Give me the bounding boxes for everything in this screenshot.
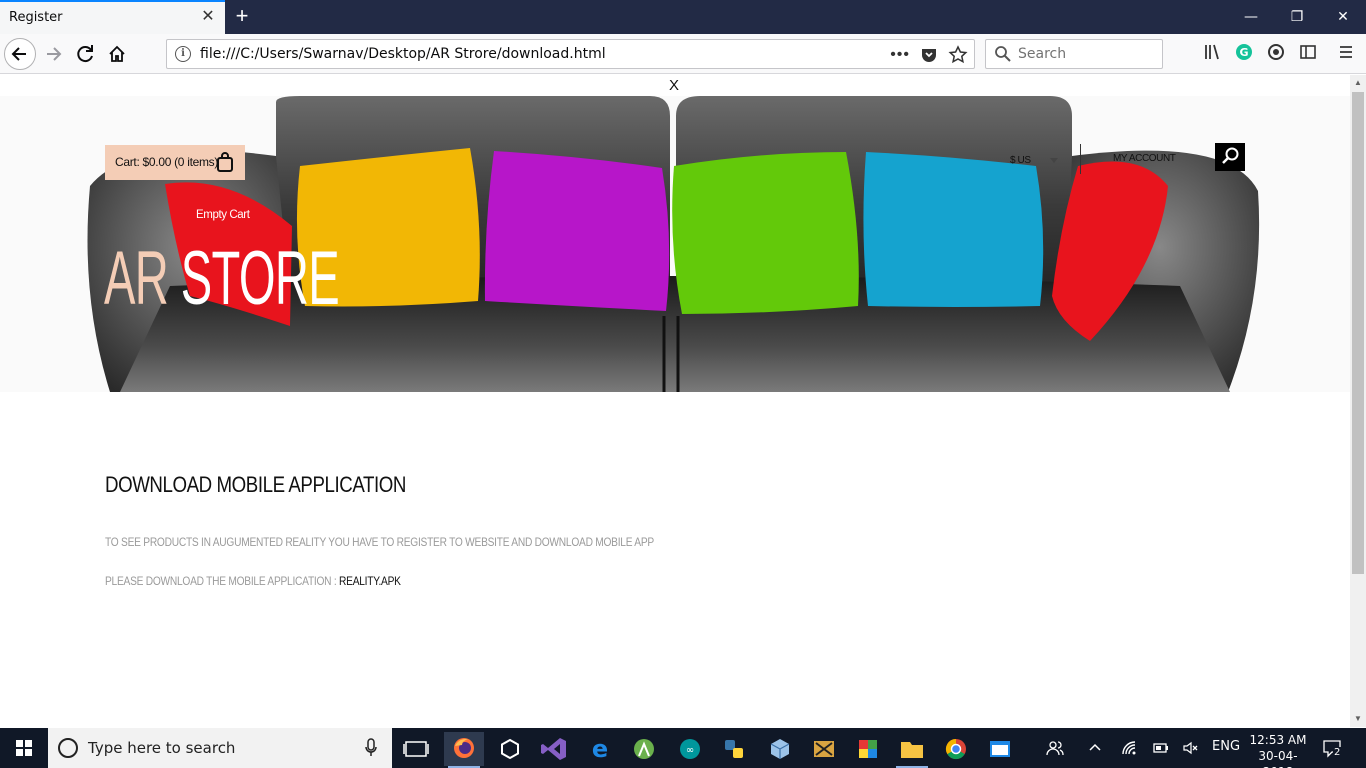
- taskbar-search-box[interactable]: Type here to search: [48, 728, 392, 768]
- python-taskbar-icon[interactable]: [714, 732, 754, 766]
- nav-bar: i file:///C:/Users/Swarnav/Desktop/AR St…: [0, 34, 1366, 74]
- cortana-icon: [58, 738, 78, 758]
- microphone-icon[interactable]: [364, 738, 378, 758]
- chevron-up-icon[interactable]: [1088, 739, 1102, 761]
- forward-arrow-icon: [47, 47, 62, 61]
- apk-download-link[interactable]: REALITY.APK: [339, 574, 401, 588]
- chevron-down-icon[interactable]: [1050, 158, 1058, 163]
- arduino-taskbar-icon[interactable]: ∞: [670, 732, 710, 766]
- cart-button[interactable]: Cart: $0.00 (0 items): [105, 145, 245, 180]
- back-arrow-icon: [11, 47, 26, 61]
- info-text: TO SEE PRODUCTS IN AUGUMENTED REALITY YO…: [105, 535, 654, 549]
- logo-part-store: STORE: [180, 236, 340, 321]
- task-view-icon[interactable]: [396, 732, 436, 766]
- url-actions: •••: [890, 43, 968, 67]
- people-icon[interactable]: [1046, 739, 1064, 761]
- url-bar[interactable]: i file:///C:/Users/Swarnav/Desktop/AR St…: [166, 39, 975, 69]
- volume-muted-icon[interactable]: [1182, 739, 1200, 761]
- library-icon[interactable]: [1200, 42, 1224, 66]
- sidebar-icon[interactable]: [1296, 42, 1320, 66]
- clock-date: 30-04-2018: [1258, 749, 1298, 768]
- unity-taskbar-icon[interactable]: [490, 732, 530, 766]
- download-text: PLEASE DOWNLOAD THE MOBILE APPLICATION :…: [105, 574, 401, 588]
- search-bar[interactable]: Search: [985, 39, 1163, 69]
- header-divider: [1080, 144, 1081, 174]
- url-text[interactable]: file:///C:/Users/Swarnav/Desktop/AR Stro…: [200, 46, 606, 62]
- site-search-button[interactable]: [1215, 143, 1245, 171]
- new-tab-button[interactable]: +: [231, 4, 253, 30]
- browser-tab[interactable]: Register ✕: [0, 0, 225, 34]
- svg-text:∞: ∞: [686, 745, 694, 756]
- start-button[interactable]: [0, 728, 48, 768]
- cart-label: Cart: $0.00 (0 items): [115, 155, 219, 169]
- notification-count: 2: [1333, 747, 1342, 758]
- tools-taskbar-icon[interactable]: [804, 732, 844, 766]
- reload-button[interactable]: [70, 38, 102, 70]
- file-explorer-taskbar-icon[interactable]: [892, 732, 932, 768]
- hero-banner: Cart: $0.00 (0 items) Empty Cart AR STOR…: [0, 96, 1350, 392]
- grammarly-icon[interactable]: G: [1232, 42, 1256, 66]
- my-account-link[interactable]: MY ACCOUNT: [1113, 153, 1176, 164]
- menu-icon[interactable]: [1334, 42, 1358, 66]
- taskbar: Type here to search e ∞ ENG 12:53 AM 30-…: [0, 728, 1366, 768]
- home-button[interactable]: [101, 38, 133, 70]
- back-button[interactable]: [4, 38, 36, 70]
- firefox-taskbar-icon[interactable]: [444, 732, 484, 768]
- store-logo[interactable]: AR STORE: [104, 241, 340, 317]
- edge-taskbar-icon[interactable]: e: [580, 732, 620, 766]
- language-indicator[interactable]: ENG: [1212, 739, 1240, 754]
- notification-icon[interactable]: 2: [1322, 738, 1342, 758]
- clock-time: 12:53 AM: [1249, 733, 1307, 747]
- currency-select[interactable]: $ US: [1010, 155, 1031, 166]
- battery-icon[interactable]: [1152, 739, 1170, 761]
- home-icon: [109, 45, 125, 62]
- windows-logo-icon: [16, 740, 32, 756]
- forward-button[interactable]: [37, 38, 69, 70]
- page-viewport: X Cart: $0.00 (0 items) Empty Cart AR ST…: [0, 75, 1350, 727]
- visual-studio-taskbar-icon[interactable]: [534, 732, 574, 766]
- close-banner-button[interactable]: X: [669, 77, 679, 94]
- page-title: DOWNLOAD MOBILE APPLICATION: [105, 472, 406, 497]
- pocket-icon[interactable]: [920, 46, 938, 64]
- virtualbox-taskbar-icon[interactable]: [760, 732, 800, 766]
- scroll-down-icon[interactable]: ▼: [1352, 712, 1364, 726]
- empty-cart-link[interactable]: Empty Cart: [196, 209, 250, 221]
- window-app-taskbar-icon[interactable]: [980, 732, 1020, 766]
- restore-button[interactable]: ❐: [1274, 0, 1320, 34]
- svg-text:G: G: [1239, 46, 1248, 59]
- shopping-bag-icon: [217, 152, 233, 172]
- svg-text:e: e: [592, 735, 608, 763]
- chrome-taskbar-icon[interactable]: [936, 732, 976, 766]
- minimize-button[interactable]: —: [1228, 0, 1274, 34]
- tab-title: Register: [9, 10, 63, 25]
- wifi-icon[interactable]: [1120, 739, 1138, 761]
- scroll-thumb[interactable]: [1352, 92, 1364, 574]
- search-icon: [1222, 147, 1239, 164]
- extension-icon[interactable]: [1264, 42, 1288, 66]
- scroll-up-icon[interactable]: ▲: [1352, 76, 1364, 90]
- system-clock[interactable]: 12:53 AM 30-04-2018: [1244, 732, 1312, 768]
- bookmark-star-icon[interactable]: [948, 45, 968, 65]
- android-studio-taskbar-icon[interactable]: [624, 732, 664, 766]
- search-placeholder: Search: [1018, 46, 1067, 62]
- page-actions-icon[interactable]: •••: [890, 46, 910, 64]
- tab-close-icon[interactable]: ✕: [199, 8, 217, 26]
- download-prefix: PLEASE DOWNLOAD THE MOBILE APPLICATION :: [105, 574, 340, 588]
- reload-icon: [77, 45, 93, 63]
- logo-part-ar: AR: [104, 236, 181, 321]
- search-icon: [995, 46, 1011, 62]
- close-window-button[interactable]: ✕: [1320, 0, 1366, 34]
- taskbar-search-placeholder: Type here to search: [88, 739, 236, 757]
- site-info-icon[interactable]: i: [175, 46, 191, 62]
- colorful-app-taskbar-icon[interactable]: [848, 732, 888, 766]
- tab-strip: Register ✕ + — ❐ ✕: [0, 0, 1366, 34]
